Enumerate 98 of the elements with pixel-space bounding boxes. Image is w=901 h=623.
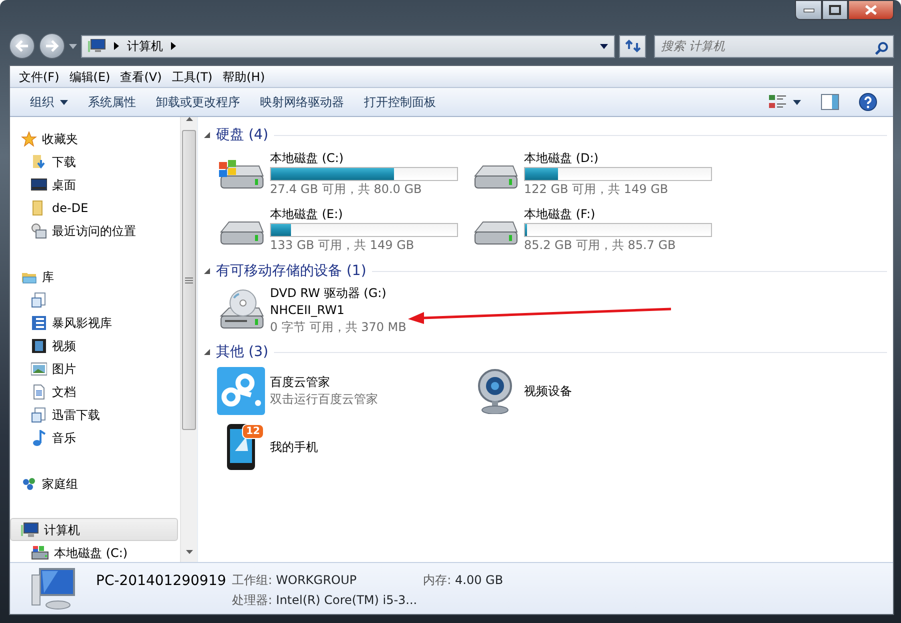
film-icon [31,338,47,354]
nav-item[interactable]: 图片 [10,357,178,380]
music-note-icon [31,430,47,446]
nav-item[interactable]: de-DE [10,196,178,219]
item-name[interactable]: 本地磁盘 (E:) [270,206,458,223]
cloud-app-icon[interactable] [217,367,265,415]
item-name[interactable]: 我的手机 [270,438,318,456]
caret-icon [793,100,801,104]
nav-item[interactable]: 最近访问的位置 [10,219,178,242]
drive-icon [31,544,49,560]
group-header[interactable]: 有可移动存储的设备 (1) [216,260,366,282]
help-icon [859,93,877,111]
view-list-icon [769,94,787,110]
minimize-icon [802,7,814,13]
detail-value: WORKGROUP [276,573,357,587]
computer-icon [30,566,76,610]
toolbar-button[interactable]: 打开控制面板 [354,91,446,113]
nav-item[interactable]: 家庭组 [10,472,178,495]
recent-places-icon [31,222,47,238]
library-file-icon [31,406,47,422]
notification-count: 12 [242,424,264,439]
computer-icon [21,522,39,538]
forward-arrow-icon [45,40,59,52]
menu-item[interactable]: 编辑(E) [64,68,116,86]
library-file-icon [31,292,47,308]
nav-item[interactable]: 计算机 [10,518,178,541]
item-name[interactable]: 本地磁盘 (C:) [270,150,458,167]
scrollbar[interactable] [180,117,197,562]
item-name[interactable]: 本地磁盘 (D:) [524,150,712,167]
nav-item[interactable]: 文档 [10,380,178,403]
close-icon [864,5,878,15]
group-header[interactable]: 硬盘 (4) [216,124,268,146]
collapse-icon [204,349,210,355]
item-name[interactable]: 本地磁盘 (F:) [524,206,712,223]
menu-item[interactable]: 查看(V) [115,68,167,86]
menu-item[interactable]: 工具(T) [166,68,218,86]
close-button[interactable] [848,0,894,20]
maximize-button[interactable] [822,0,848,20]
chevron-icon [171,42,176,50]
nav-item[interactable]: 本地磁盘 (C:) [10,541,178,562]
group-header[interactable]: 其他 (3) [216,342,268,362]
grip-icon [185,276,193,284]
item-caption: 27.4 GB 可用，共 80.0 GB [270,181,423,198]
video-library-icon [31,314,47,330]
item-caption: 0 字节 可用，共 370 MB [270,319,406,336]
item-caption: 133 GB 可用，共 149 GB [270,237,416,254]
back-arrow-icon [15,40,29,52]
toolbar-button[interactable]: 组织 [20,91,78,113]
detail-value: Intel(R) Core(TM) i5-3... [276,593,418,607]
breadcrumb[interactable]: 计算机 [127,37,163,55]
address-bar[interactable]: 计算机 [81,34,615,58]
toolbar-button[interactable]: 卸载或更改程序 [146,91,250,113]
dropdown-caret-icon [600,44,608,48]
detail-label: 处理器: [232,593,272,607]
detail-value: 4.00 GB [455,573,504,587]
nav-item[interactable]: 桌面 [10,173,178,196]
computer-name: PC-201401290919 [96,572,226,591]
nav-item[interactable]: 视频 [10,334,178,357]
nav-item[interactable]: 暴风影视库 [10,311,178,334]
detail-label: 工作组: [232,573,272,587]
maximize-icon [829,5,841,15]
volume-label: NHCEII_RW1 [270,302,346,319]
back-button[interactable] [9,33,35,59]
nav-item[interactable]: 收藏夹 [10,127,178,150]
item-name[interactable]: DVD RW 驱动器 (G:) [270,285,406,302]
menu-item[interactable]: 帮助(H) [218,68,270,86]
refresh-icon [624,39,640,53]
scroll-down-icon [186,550,192,554]
forward-button[interactable] [39,33,65,59]
download-folder-icon [31,154,47,170]
nav-item[interactable]: 下载 [10,150,178,173]
preview-pane-icon [821,94,839,110]
nav-item[interactable]: 库 [10,265,178,288]
homegroup-icon [21,476,37,492]
picture-icon [31,360,47,376]
computer-icon [88,39,106,53]
item-caption: 85.2 GB 可用，共 85.7 GB [524,237,677,254]
desktop-icon [31,176,47,192]
toolbar-button[interactable]: 系统属性 [78,91,146,113]
nav-item[interactable]: 音乐 [10,426,178,449]
document-icon [31,384,47,400]
chevron-icon [114,42,119,50]
nav-item[interactable]: 迅雷下载 [10,403,178,426]
item-name[interactable]: 百度云管家 [270,374,378,391]
toolbar-button[interactable]: 映射网络驱动器 [250,91,354,113]
collapse-icon [204,268,210,274]
menu-item[interactable]: 文件(F) [14,68,64,86]
item-name[interactable]: 视频设备 [524,382,572,400]
history-caret-icon [69,44,77,48]
item-caption: 双击运行百度云管家 [270,391,378,408]
detail-label: 内存: [423,573,452,587]
minimize-button[interactable] [795,0,822,20]
refresh-button[interactable] [619,34,646,58]
search-field[interactable]: 搜索 计算机 [654,34,894,58]
item-caption: 122 GB 可用，共 149 GB [524,181,670,198]
collapse-icon [204,132,210,138]
star-icon [21,130,37,146]
caret-icon [60,100,68,104]
